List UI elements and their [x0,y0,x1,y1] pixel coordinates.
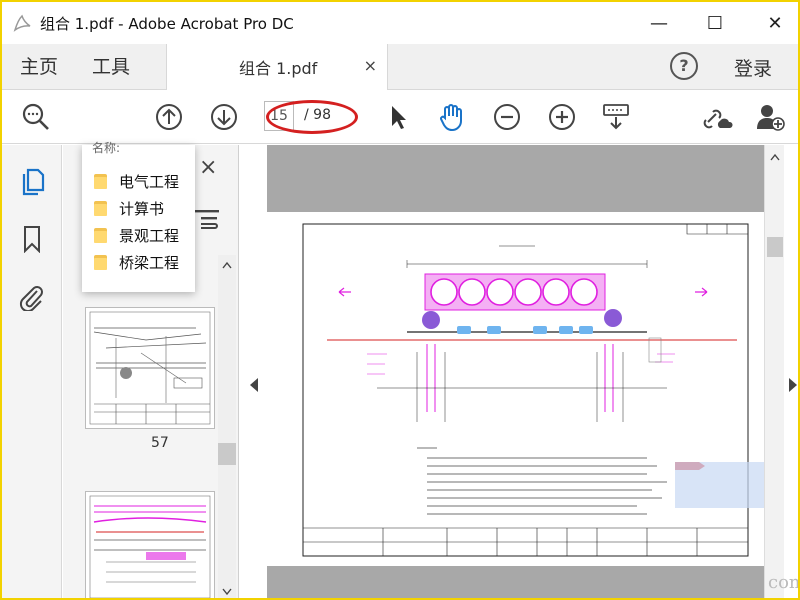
collapse-panel-icon[interactable] [248,377,260,393]
minimize-button[interactable]: — [644,10,674,36]
document-viewport[interactable] [267,145,764,598]
page-thumbnail[interactable] [85,307,215,429]
select-arrow-icon[interactable] [382,101,414,133]
bookmark-item[interactable]: 电气工程 [94,170,179,192]
acrobat-icon [13,13,33,33]
window-title: 组合 1.pdf - Adobe Acrobat Pro DC [40,15,294,33]
menu-tools[interactable]: 工具 [92,52,130,79]
page-total: / 98 [304,107,331,123]
help-icon[interactable]: ? [670,52,698,80]
title-bar: 组合 1.pdf - Adobe Acrobat Pro DC — ☐ ✕ [2,2,798,44]
expand-right-panel-icon[interactable] [787,377,799,393]
search-zoom-icon[interactable] [20,101,52,133]
pdf-page [267,212,764,566]
menu-home[interactable]: 主页 [20,52,58,79]
scroll-up-icon[interactable] [770,153,780,161]
page-up-icon[interactable] [153,101,185,133]
left-rail [2,145,62,598]
document-scrollbar[interactable] [764,145,784,598]
maximize-button[interactable]: ☐ [700,10,730,36]
tab-document-label: 组合 1.pdf [239,59,318,78]
panel-close-button[interactable]: × [199,155,217,180]
tab-document[interactable]: 组合 1.pdf × [166,44,388,90]
zoom-in-icon[interactable] [546,101,578,133]
folder-icon [94,227,107,243]
link-cloud-icon[interactable] [702,101,734,133]
bookmark-item-label: 景观工程 [119,226,180,245]
close-window-button[interactable]: ✕ [760,10,790,36]
login-button[interactable]: 登录 [734,54,772,81]
thumbnail-scroll-thumb[interactable] [218,443,236,465]
toolbar: 15 / 98 [2,90,798,144]
popup-header: 名称: [92,141,121,155]
bookmark-icon[interactable] [16,223,48,255]
bookmark-item[interactable]: 桥梁工程 [94,251,179,273]
hand-icon[interactable] [436,101,468,133]
folder-icon [94,200,107,216]
bookmark-item-label: 计算书 [119,199,165,218]
page-number-input[interactable]: 15 [264,101,294,131]
pages-icon[interactable] [16,165,48,197]
page-thumbnail[interactable] [85,491,215,598]
folder-icon [94,173,107,189]
thumbnail-page-number: 57 [151,435,169,451]
bookmark-item-label: 电气工程 [119,172,180,191]
zoom-out-icon[interactable] [491,101,523,133]
scroll-thumb[interactable] [767,237,783,257]
bookmark-item-label: 桥梁工程 [119,253,180,272]
folder-icon [94,254,107,270]
panel-options-icon[interactable] [193,207,221,233]
bookmark-item[interactable]: 计算书 [94,197,164,219]
tab-close-button[interactable]: × [364,56,377,75]
bookmark-item[interactable]: 景观工程 [94,224,179,246]
attachment-icon[interactable] [16,281,48,313]
keyboard-scroll-icon[interactable] [600,101,632,133]
add-user-icon[interactable] [754,101,786,133]
app-window: 组合 1.pdf - Adobe Acrobat Pro DC — ☐ ✕ 主页… [0,0,800,600]
bookmark-popup: 名称: 电气工程 计算书 景观工程 桥梁工程 [82,141,195,292]
thumbnail-scrollbar[interactable] [218,255,236,598]
watermark-text: com [768,572,798,593]
engineering-drawing [302,223,764,557]
tab-bar: 主页 工具 组合 1.pdf × ? 登录 [2,44,798,90]
page-down-icon[interactable] [208,101,240,133]
